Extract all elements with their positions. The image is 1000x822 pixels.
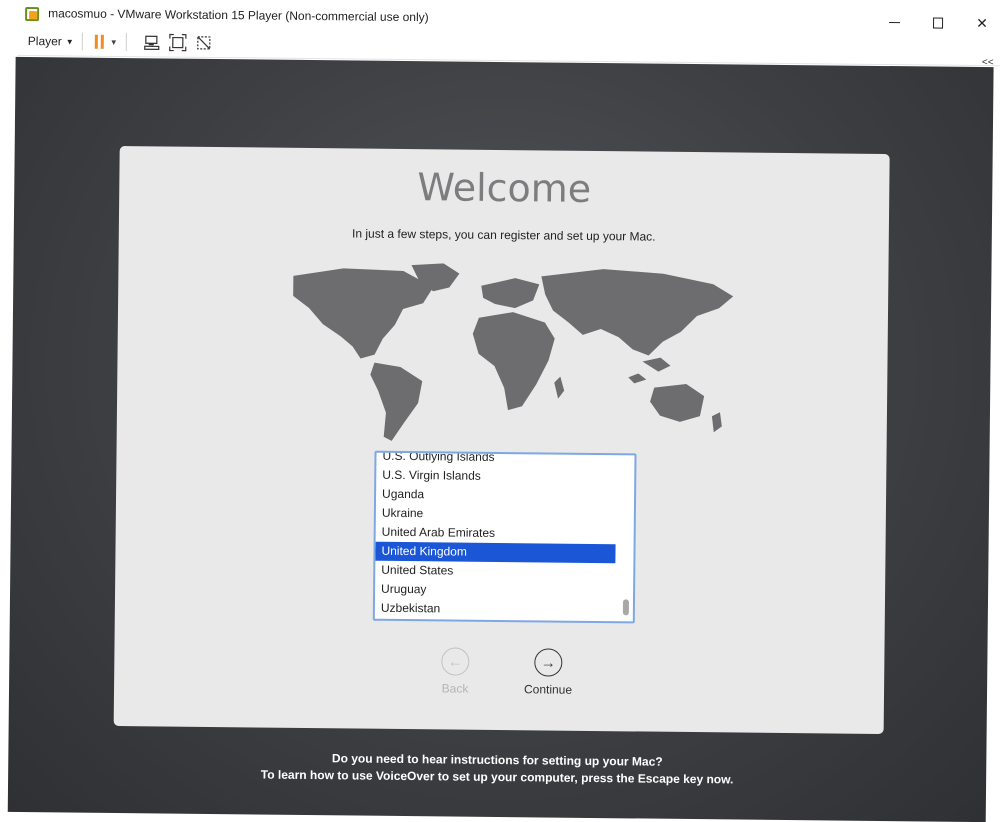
close-icon: ✕ (976, 14, 989, 31)
window-title: macosmuo - VMware Workstation 15 Player … (48, 6, 429, 25)
back-button[interactable]: ← Back (415, 647, 495, 696)
page-title: Welcome (417, 165, 592, 211)
window-controls: ✕ (872, 8, 1000, 37)
list-item-selected[interactable]: United Kingdom (375, 541, 616, 564)
unity-mode-icon[interactable] (195, 34, 213, 52)
pause-button[interactable] (94, 34, 104, 49)
pause-options-chevron-icon[interactable]: ▼ (110, 37, 118, 46)
pause-icon (94, 34, 98, 49)
vmware-window: macosmuo - VMware Workstation 15 Player … (0, 0, 1000, 822)
fit-guest-icon[interactable] (168, 33, 187, 52)
back-label: Back (441, 681, 469, 696)
list-scrollbar[interactable] (623, 457, 633, 615)
player-menu-button[interactable]: Player ▼ (28, 34, 74, 48)
country-list[interactable]: U.S. Outlying Islands U.S. Virgin Island… (372, 450, 637, 624)
setup-assistant-panel: Welcome In just a few steps, you can reg… (113, 146, 890, 735)
minimize-button[interactable] (872, 8, 916, 36)
page-subtitle: In just a few steps, you can register an… (351, 226, 656, 244)
minimize-icon (888, 21, 900, 23)
chevron-down-icon: ▼ (65, 36, 74, 47)
continue-label: Continue (523, 682, 573, 697)
maximize-button[interactable] (916, 8, 960, 36)
toolbar-divider (81, 32, 83, 51)
voiceover-prompt: Do you need to hear instructions for set… (8, 747, 986, 791)
back-arrow-icon: ← (441, 647, 470, 676)
continue-button[interactable]: → Continue (508, 648, 588, 697)
send-ctrl-alt-del-icon[interactable] (143, 33, 161, 51)
close-button[interactable]: ✕ (960, 9, 1000, 37)
list-item[interactable]: Uzbekistan (375, 599, 633, 621)
continue-arrow-icon: → (534, 648, 563, 677)
player-menu-label: Player (27, 34, 62, 49)
vm-display[interactable]: Welcome In just a few steps, you can reg… (7, 56, 994, 822)
world-map-image (293, 263, 734, 441)
list-scrollbar-thumb[interactable] (622, 599, 630, 616)
maximize-icon (933, 17, 944, 29)
toolbar-divider (125, 33, 127, 52)
vmware-app-icon (24, 5, 40, 21)
